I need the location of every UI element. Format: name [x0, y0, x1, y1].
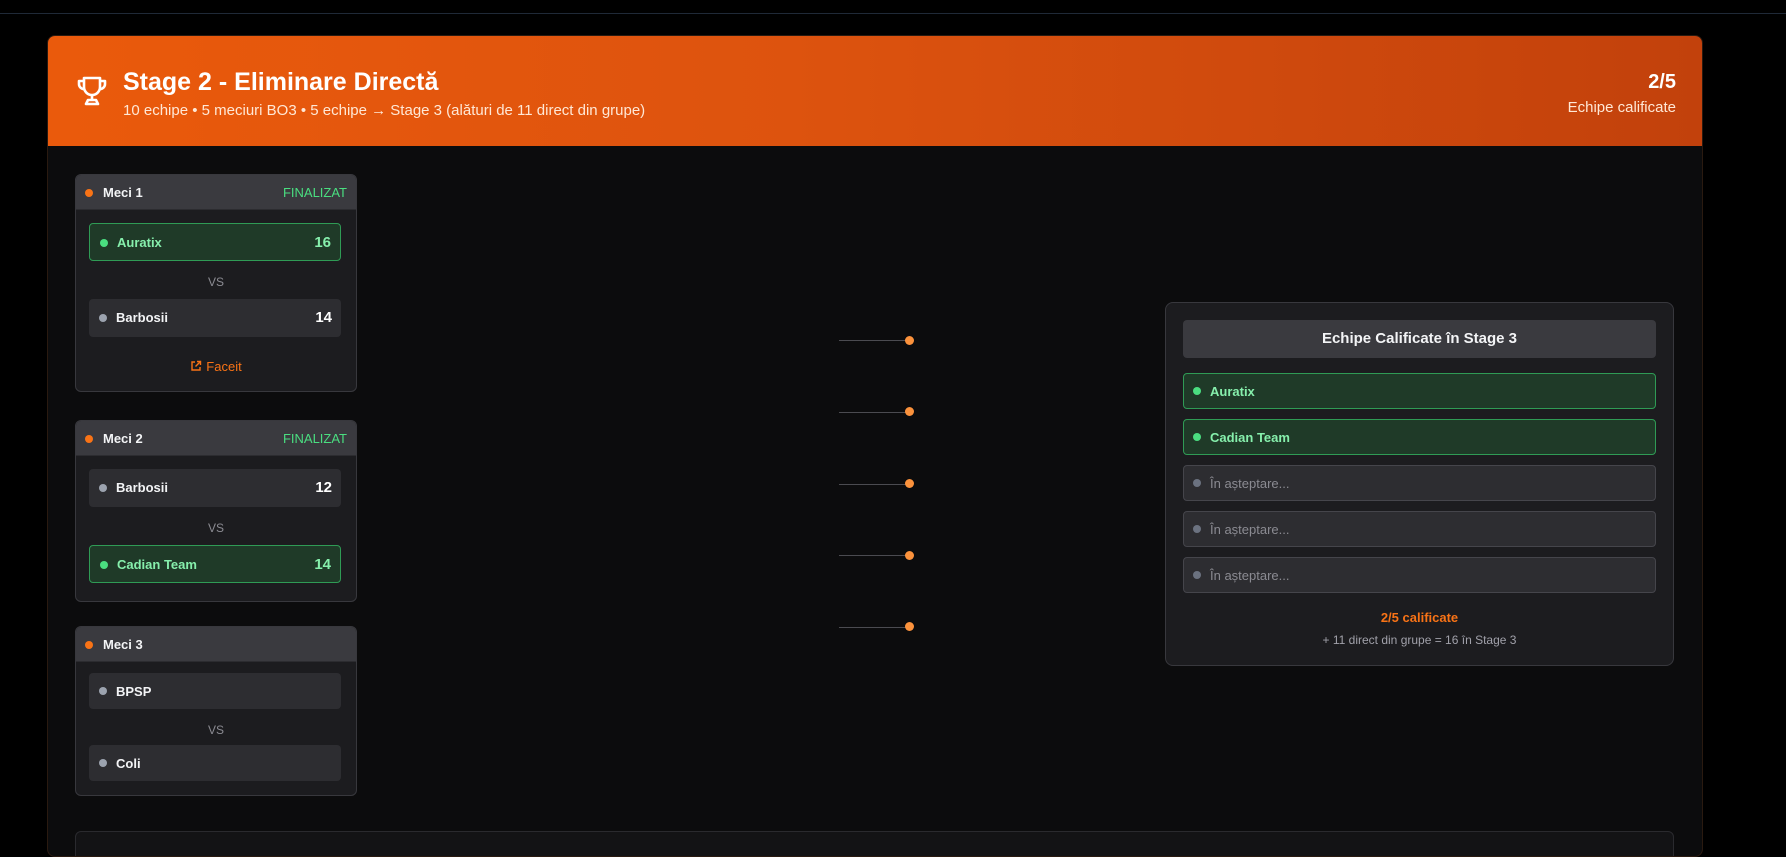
- pending-slot: În așteptare...: [1183, 557, 1656, 593]
- qualified-team-name: Cadian Team: [1210, 430, 1290, 445]
- qualified-team-name: Auratix: [1210, 384, 1255, 399]
- team-dot: [99, 759, 107, 767]
- team-name: Barbosii: [116, 480, 169, 495]
- pending-label: În așteptare...: [1210, 522, 1290, 537]
- match-header: Meci 1 FINALIZAT: [76, 175, 356, 210]
- external-link-icon: [191, 360, 202, 371]
- team-score: 16: [314, 234, 331, 251]
- team-name: Coli: [116, 756, 141, 771]
- trophy-icon: [77, 76, 107, 106]
- bracket-node: [905, 622, 914, 631]
- qualified-count: 2/5: [1648, 71, 1676, 93]
- pending-slot: În așteptare...: [1183, 511, 1656, 547]
- team-row[interactable]: Barbosii 14: [89, 299, 341, 337]
- qualified-slot: Auratix: [1183, 373, 1656, 409]
- team-row[interactable]: Cadian Team 14: [89, 545, 341, 583]
- team-score: 14: [314, 556, 331, 573]
- winner-dot: [100, 239, 108, 247]
- qualified-slot: Cadian Team: [1183, 419, 1656, 455]
- stage-header: Stage 2 - Eliminare Directă 10 echipe • …: [48, 36, 1702, 146]
- pending-label: În așteptare...: [1210, 568, 1290, 583]
- vs-label: VS: [207, 723, 224, 737]
- bracket-connector: [839, 340, 909, 341]
- qualified-progress: 2/5 calificate: [1380, 610, 1459, 625]
- match-card-3[interactable]: Meci 3 BPSP VS Coli: [75, 626, 357, 796]
- bracket-node: [905, 336, 914, 345]
- pending-slot: În așteptare...: [1183, 465, 1656, 501]
- pending-dot: [1193, 571, 1201, 579]
- team-name: Barbosii: [116, 310, 169, 325]
- qualified-dot: [1193, 387, 1201, 395]
- match-title: Meci 1: [103, 185, 143, 200]
- bracket-connector: [839, 412, 909, 413]
- pending-label: În așteptare...: [1210, 476, 1290, 491]
- winner-dot: [100, 561, 108, 569]
- qualified-teams-panel: Echipe Calificate în Stage 3 Auratix Cad…: [1165, 302, 1674, 666]
- team-name: BPSP: [116, 684, 152, 699]
- match-header: Meci 3: [76, 627, 356, 662]
- team-row[interactable]: BPSP: [89, 673, 341, 709]
- status-dot: [85, 189, 93, 197]
- bracket-node: [905, 479, 914, 488]
- team-name: Cadian Team: [117, 557, 197, 572]
- vs-label: VS: [207, 275, 224, 289]
- team-dot: [99, 314, 107, 322]
- team-dot: [99, 484, 107, 492]
- pending-dot: [1193, 525, 1201, 533]
- team-score: 14: [315, 309, 332, 326]
- match-title: Meci 3: [103, 637, 143, 652]
- team-row[interactable]: Auratix 16: [89, 223, 341, 261]
- team-dot: [99, 687, 107, 695]
- team-name: Auratix: [117, 235, 162, 250]
- team-row[interactable]: Coli: [89, 745, 341, 781]
- pending-dot: [1193, 479, 1201, 487]
- match-header: Meci 2 FINALIZAT: [76, 421, 356, 456]
- status-dot: [85, 641, 93, 649]
- vs-label: VS: [207, 521, 224, 535]
- team-row[interactable]: Barbosii 12: [89, 469, 341, 507]
- qualified-dot: [1193, 433, 1201, 441]
- match-card-2[interactable]: Meci 2 FINALIZAT Barbosii 12 VS Cadian T…: [75, 420, 357, 602]
- match-status-badge: FINALIZAT: [282, 185, 347, 200]
- stage-2-panel: Stage 2 - Eliminare Directă 10 echipe • …: [47, 35, 1703, 857]
- bracket-connector: [839, 555, 909, 556]
- faceit-link-label: Faceit: [206, 359, 242, 374]
- match-card-1[interactable]: Meci 1 FINALIZAT Auratix 16 VS Barbosii …: [75, 174, 357, 392]
- page-title: Stage 2 - Eliminare Directă: [123, 68, 439, 96]
- team-score: 12: [315, 479, 332, 496]
- next-section-card: [75, 831, 1674, 856]
- bracket-connector: [839, 627, 909, 628]
- bracket-node: [905, 551, 914, 560]
- match-title: Meci 2: [103, 431, 143, 446]
- top-divider: [0, 13, 1786, 14]
- qualified-count-label: Echipe calificate: [1567, 99, 1676, 116]
- match-status-badge: FINALIZAT: [282, 431, 347, 446]
- status-dot: [85, 435, 93, 443]
- page-subtitle: 10 echipe • 5 meciuri BO3 • 5 echipe → S…: [123, 102, 646, 119]
- bracket-connector: [839, 484, 909, 485]
- bracket-node: [905, 407, 914, 416]
- qualified-teams-title: Echipe Calificate în Stage 3: [1183, 320, 1656, 358]
- faceit-link[interactable]: Faceit: [76, 359, 356, 374]
- qualified-note: + 11 direct din grupe = 16 în Stage 3: [1322, 633, 1517, 647]
